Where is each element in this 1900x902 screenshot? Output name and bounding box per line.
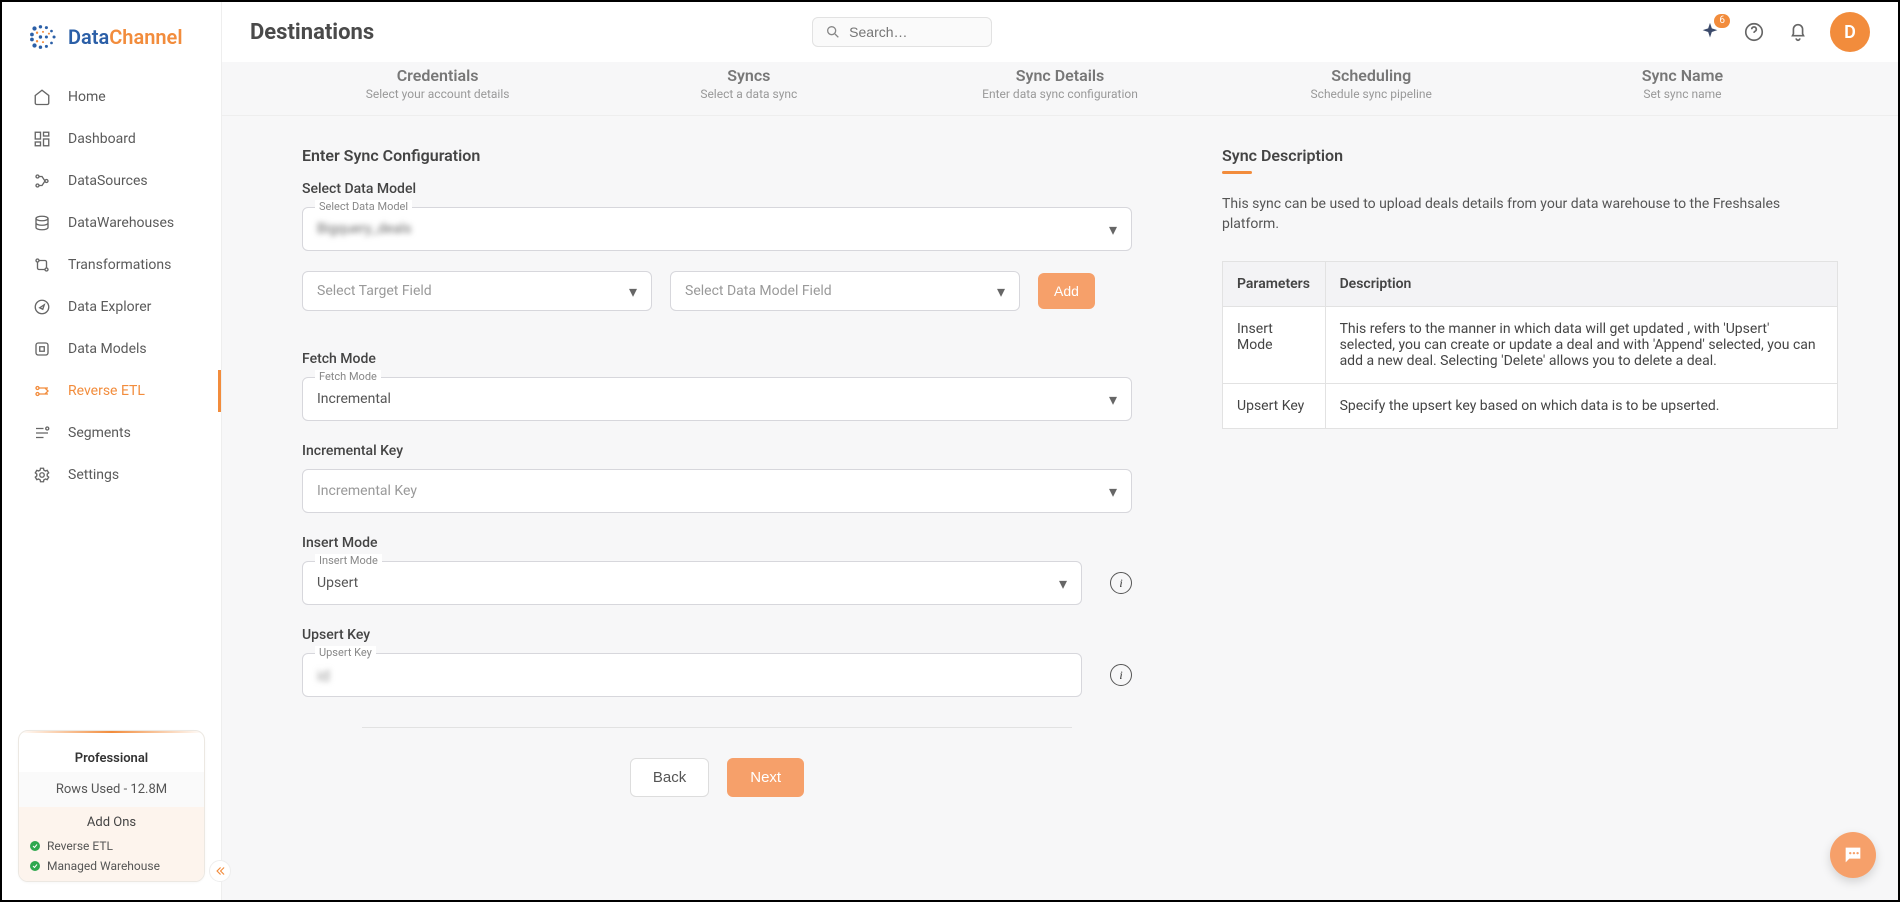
field-label-fetch-mode: Fetch Mode bbox=[302, 351, 1132, 367]
chevron-down-icon: ▾ bbox=[629, 282, 637, 301]
datasources-icon bbox=[32, 171, 52, 191]
plan-card: Professional Rows Used - 12.8M Add Ons R… bbox=[18, 730, 205, 882]
chevron-down-icon: ▾ bbox=[1109, 390, 1117, 409]
plan-rows: Rows Used - 12.8M bbox=[19, 772, 204, 807]
step-sync-name[interactable]: Sync Name Set sync name bbox=[1527, 66, 1838, 101]
desc-text: This sync can be used to upload deals de… bbox=[1222, 194, 1838, 235]
notification-badge: 6 bbox=[1714, 14, 1730, 28]
next-button[interactable]: Next bbox=[727, 758, 804, 797]
sidebar-item-label: Dashboard bbox=[68, 131, 136, 147]
back-button[interactable]: Back bbox=[630, 758, 709, 797]
sidebar-item-settings[interactable]: Settings bbox=[2, 454, 221, 496]
plan-name: Professional bbox=[19, 743, 204, 772]
table-row: Upsert Key Specify the upsert key based … bbox=[1223, 383, 1838, 428]
data-model-select[interactable]: Select Data Model Bigquery_deals ▾ bbox=[302, 207, 1132, 251]
sidebar-item-home[interactable]: Home bbox=[2, 76, 221, 118]
field-label-incremental-key: Incremental Key bbox=[302, 443, 1132, 459]
bell-icon[interactable] bbox=[1786, 20, 1810, 44]
avatar[interactable]: D bbox=[1830, 12, 1870, 52]
step-syncs[interactable]: Syncs Select a data sync bbox=[593, 66, 904, 101]
models-icon bbox=[32, 339, 52, 359]
upsert-key-input[interactable]: Upsert Key id bbox=[302, 653, 1082, 697]
dashboard-icon bbox=[32, 129, 52, 149]
plan-addon: Managed Warehouse bbox=[19, 856, 204, 881]
home-icon bbox=[32, 87, 52, 107]
reverse-etl-icon bbox=[32, 381, 52, 401]
check-icon bbox=[29, 860, 41, 872]
th-parameters: Parameters bbox=[1223, 261, 1326, 306]
plan-addons-head: Add Ons bbox=[19, 807, 204, 836]
table-row: Insert Mode This refers to the manner in… bbox=[1223, 306, 1838, 383]
sparkle-icon[interactable]: 6 bbox=[1698, 20, 1722, 44]
help-icon[interactable] bbox=[1742, 20, 1766, 44]
search-input[interactable] bbox=[849, 24, 979, 40]
topbar: Destinations 6 D bbox=[222, 2, 1898, 62]
sidebar-item-label: Transformations bbox=[68, 257, 171, 273]
gear-icon bbox=[32, 465, 52, 485]
sidebar-item-warehouses[interactable]: DataWarehouses bbox=[2, 202, 221, 244]
desc-table: Parameters Description Insert Mode This … bbox=[1222, 261, 1838, 429]
check-icon bbox=[29, 840, 41, 852]
step-sync-details[interactable]: Sync Details Enter data sync configurati… bbox=[904, 66, 1215, 101]
sidebar-item-label: Segments bbox=[68, 425, 131, 441]
search-input-wrap[interactable] bbox=[812, 17, 992, 47]
sidebar-item-label: Settings bbox=[68, 467, 119, 483]
chevron-down-icon: ▾ bbox=[1109, 482, 1117, 501]
logo-icon bbox=[26, 20, 60, 54]
insert-mode-select[interactable]: Insert Mode Upsert ▾ bbox=[302, 561, 1082, 605]
sidebar-item-reverse-etl[interactable]: Reverse ETL bbox=[2, 370, 221, 412]
sidebar-item-label: DataWarehouses bbox=[68, 215, 174, 231]
search-icon bbox=[825, 24, 841, 40]
chevron-down-icon: ▾ bbox=[1109, 220, 1117, 239]
fetch-mode-select[interactable]: Fetch Mode Incremental ▾ bbox=[302, 377, 1132, 421]
chevron-down-icon: ▾ bbox=[997, 282, 1005, 301]
explorer-icon bbox=[32, 297, 52, 317]
logo[interactable]: DataChannel bbox=[2, 2, 221, 72]
model-field-select[interactable]: Select Data Model Field ▾ bbox=[670, 271, 1020, 311]
plan-addon: Reverse ETL bbox=[19, 836, 204, 856]
sidebar-item-datasources[interactable]: DataSources bbox=[2, 160, 221, 202]
target-field-select[interactable]: Select Target Field ▾ bbox=[302, 271, 652, 311]
desc-title: Sync Description bbox=[1222, 146, 1838, 165]
segments-icon bbox=[32, 423, 52, 443]
sidebar-item-models[interactable]: Data Models bbox=[2, 328, 221, 370]
nav: Home Dashboard DataSources DataWarehouse… bbox=[2, 72, 221, 500]
transform-icon bbox=[32, 255, 52, 275]
info-icon[interactable]: i bbox=[1110, 664, 1132, 686]
warehouse-icon bbox=[32, 213, 52, 233]
sidebar: DataChannel Home Dashboard DataSources D… bbox=[2, 2, 222, 900]
incremental-key-select[interactable]: Incremental Key ▾ bbox=[302, 469, 1132, 513]
th-description: Description bbox=[1325, 261, 1837, 306]
sidebar-collapse-button[interactable] bbox=[209, 860, 231, 882]
sidebar-item-explorer[interactable]: Data Explorer bbox=[2, 286, 221, 328]
add-mapping-button[interactable]: Add bbox=[1038, 273, 1095, 309]
chat-fab[interactable] bbox=[1830, 832, 1876, 878]
sidebar-item-label: Data Models bbox=[68, 341, 147, 357]
chevron-down-icon: ▾ bbox=[1059, 574, 1067, 593]
sidebar-item-label: Home bbox=[68, 89, 106, 105]
step-credentials[interactable]: Credentials Select your account details bbox=[282, 66, 593, 101]
stepper: Credentials Select your account details … bbox=[222, 62, 1898, 116]
page-title: Destinations bbox=[250, 20, 374, 45]
sidebar-item-dashboard[interactable]: Dashboard bbox=[2, 118, 221, 160]
logo-text: DataChannel bbox=[68, 25, 183, 49]
section-head: Enter Sync Configuration bbox=[302, 146, 1132, 165]
sidebar-item-segments[interactable]: Segments bbox=[2, 412, 221, 454]
field-label-insert-mode: Insert Mode bbox=[302, 535, 1132, 551]
sidebar-item-label: DataSources bbox=[68, 173, 148, 189]
sidebar-item-label: Data Explorer bbox=[68, 299, 151, 315]
sidebar-item-label: Reverse ETL bbox=[68, 383, 145, 399]
step-scheduling[interactable]: Scheduling Schedule sync pipeline bbox=[1216, 66, 1527, 101]
field-label-upsert-key: Upsert Key bbox=[302, 627, 1132, 643]
sidebar-item-transformations[interactable]: Transformations bbox=[2, 244, 221, 286]
field-label-data-model: Select Data Model bbox=[302, 181, 1132, 197]
info-icon[interactable]: i bbox=[1110, 572, 1132, 594]
